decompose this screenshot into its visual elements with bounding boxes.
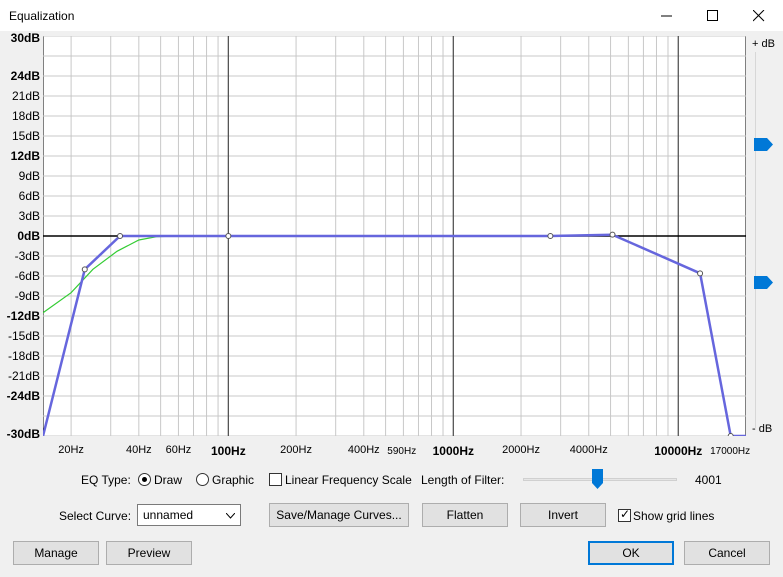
y-tick-label: -6dB: [14, 269, 40, 283]
y-tick-label: 21dB: [11, 89, 40, 103]
close-button[interactable]: [736, 0, 782, 31]
y-tick-label: 30dB: [10, 31, 40, 45]
curve-point: [609, 231, 616, 238]
x-tick-label: 1000Hz: [432, 444, 474, 458]
curve-point: [547, 233, 554, 239]
minimize-icon: [661, 15, 672, 17]
linear-frequency-checkbox[interactable]: [269, 473, 282, 486]
y-tick-label: 3dB: [18, 209, 40, 223]
linear-frequency-label[interactable]: Linear Frequency Scale: [285, 473, 412, 487]
x-tick-label: 20Hz: [58, 444, 84, 456]
curve-point: [117, 233, 124, 239]
filter-length-value: 4001: [695, 473, 722, 487]
x-tick-label: 400Hz: [347, 444, 380, 456]
y-tick-label: -18dB: [7, 349, 40, 363]
minimize-button[interactable]: [644, 0, 690, 31]
x-tick-label: 10000Hz: [654, 444, 703, 458]
title-bar: Equalization: [0, 0, 783, 31]
show-grid-lines-label[interactable]: Show grid lines: [633, 509, 714, 523]
flatten-button[interactable]: Flatten: [422, 503, 508, 527]
y-tick-label: -21dB: [7, 369, 40, 383]
x-tick-label: 4000Hz: [569, 444, 608, 456]
x-tick-label: 2000Hz: [502, 444, 540, 456]
y-tick-label: 0dB: [17, 229, 40, 243]
gain-slider-track: [755, 52, 756, 428]
y-tick-label: -30dB: [6, 427, 40, 441]
y-tick-label: 9dB: [18, 169, 40, 183]
y-tick-label: -15dB: [7, 329, 40, 343]
maximize-icon: [707, 10, 718, 21]
select-curve-value: unnamed: [143, 508, 194, 522]
curve-point: [225, 233, 232, 239]
x-tick-label: 60Hz: [165, 444, 192, 456]
filter-length-thumb[interactable]: [591, 469, 603, 489]
curve-point: [697, 270, 704, 277]
x-tick-label: 40Hz: [125, 444, 152, 456]
y-tick-label: 18dB: [11, 109, 40, 123]
close-icon: [753, 10, 765, 22]
draw-radio[interactable]: [138, 473, 151, 486]
y-tick-label: 6dB: [18, 189, 40, 203]
x-tick-label: 590Hz: [387, 446, 417, 457]
ok-button[interactable]: OK: [588, 541, 674, 565]
preview-button[interactable]: Preview: [106, 541, 192, 565]
y-tick-label: 12dB: [10, 149, 40, 163]
cancel-button[interactable]: Cancel: [684, 541, 770, 565]
window-title: Equalization: [9, 9, 75, 23]
graphic-radio[interactable]: [196, 473, 209, 486]
x-tick-label: 17000Hz: [710, 446, 751, 457]
maximize-button[interactable]: [690, 0, 736, 31]
x-tick-label: 100Hz: [211, 444, 246, 458]
save-manage-curves-button[interactable]: Save/Manage Curves...: [269, 503, 409, 527]
max-db-slider-thumb[interactable]: [754, 138, 774, 151]
y-tick-label: 15dB: [11, 129, 40, 143]
y-tick-label: -12dB: [6, 309, 40, 323]
curve-point: [727, 433, 734, 436]
filter-length-label: Length of Filter:: [421, 473, 505, 487]
graphic-label[interactable]: Graphic: [212, 473, 254, 487]
manage-button[interactable]: Manage: [13, 541, 99, 565]
curve-point: [81, 266, 88, 273]
invert-button[interactable]: Invert: [520, 503, 606, 527]
eq-graph[interactable]: [43, 36, 746, 436]
select-curve-dropdown[interactable]: unnamed: [137, 504, 241, 526]
select-curve-label: Select Curve:: [59, 509, 132, 523]
y-tick-label: -24dB: [6, 389, 40, 403]
y-tick-label: -3dB: [14, 249, 40, 263]
y-tick-label: 24dB: [10, 69, 40, 83]
x-tick-label: 200Hz: [280, 444, 312, 456]
plus-db-label: + dB: [752, 38, 775, 50]
min-db-slider-thumb[interactable]: [754, 276, 774, 289]
chevron-down-icon: [226, 513, 235, 519]
y-tick-label: -9dB: [14, 289, 40, 303]
minus-db-label: - dB: [752, 423, 773, 435]
draw-label[interactable]: Draw: [154, 473, 182, 487]
show-grid-lines-checkbox[interactable]: [618, 507, 631, 522]
eq-type-label: EQ Type:: [81, 473, 131, 487]
